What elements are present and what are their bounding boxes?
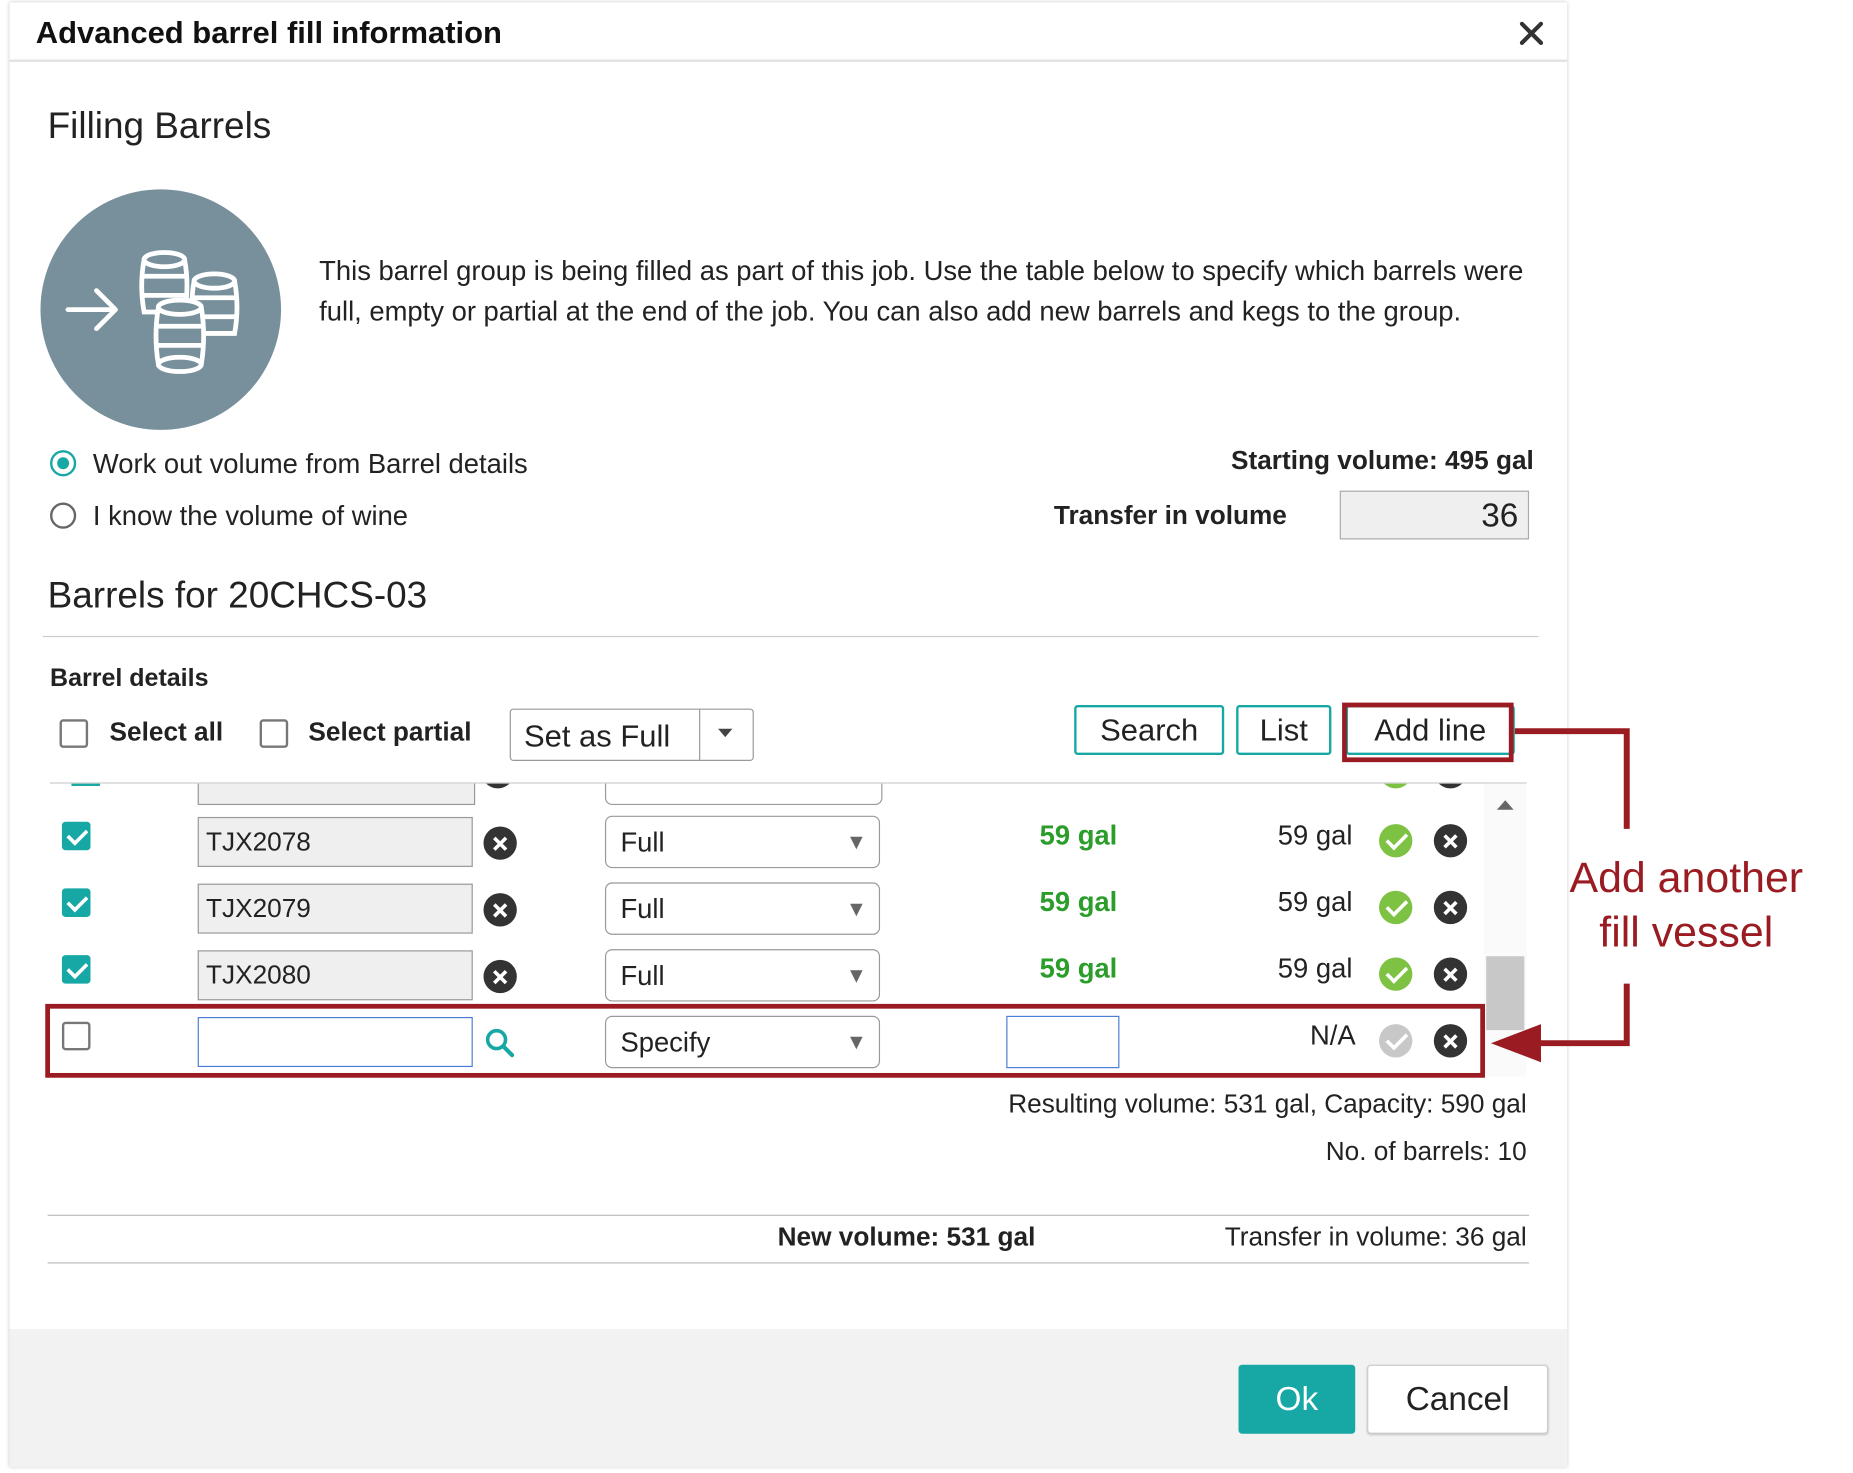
fill-status-value: Full: [620, 959, 665, 991]
description-text: This barrel group is being filled as par…: [319, 254, 1524, 327]
select-all-checkbox[interactable]: [59, 719, 89, 748]
radio-barrel-details[interactable]: [50, 450, 77, 477]
row-checkbox[interactable]: [61, 888, 91, 917]
barrel-id-field[interactable]: TJX2079: [197, 883, 473, 934]
chevron-down-icon[interactable]: [718, 728, 733, 738]
fill-status-value: Full: [620, 825, 665, 857]
partial-row-id: [197, 783, 476, 806]
delete-row-icon[interactable]: [1433, 824, 1468, 858]
transfer-in-summary: Transfer in volume: 36 gal: [1224, 1221, 1527, 1252]
barrel-count: No. of barrels: 10: [1325, 1136, 1527, 1166]
partial-row-ok-icon: [1379, 783, 1413, 789]
fill-status-select[interactable]: Full ▼: [604, 882, 881, 935]
section-title-filling: Filling Barrels: [47, 104, 272, 147]
check-circle-icon: [1379, 957, 1413, 991]
annotation-text: Add another fill vessel: [1543, 850, 1829, 960]
radio-label-know-volume: I know the volume of wine: [92, 500, 409, 532]
barrel-transfer-icon: [40, 189, 282, 430]
dialog-title: Advanced barrel fill information: [35, 14, 502, 51]
bulk-action-select[interactable]: Set as Full: [509, 708, 754, 761]
new-row-highlight: [45, 1003, 1486, 1078]
partial-row-checkbox: [71, 783, 101, 786]
barrel-fill-dialog: Advanced barrel fill information Filling…: [9, 2, 1568, 1468]
new-volume: New volume: 531 gal: [777, 1221, 1036, 1252]
annotation-line-1: Add another: [1569, 852, 1804, 902]
starting-volume: Starting volume: 495 gal: [1231, 445, 1534, 476]
delete-row-icon[interactable]: [1433, 890, 1468, 925]
resulting-volume: Resulting volume: 531 gal, Capacity: 590…: [1008, 1088, 1527, 1119]
transfer-in-input[interactable]: 36: [1339, 490, 1530, 540]
barrel-id-field[interactable]: TJX2080: [197, 950, 473, 1001]
clear-id-icon[interactable]: [483, 959, 517, 994]
barrels-section-title: Barrels for 20CHCS-03: [47, 573, 428, 616]
list-button[interactable]: List: [1236, 704, 1332, 756]
fill-status-select[interactable]: Full ▼: [604, 949, 881, 1002]
transfer-in-label: Transfer in volume: [1053, 500, 1287, 530]
check-circle-icon: [1379, 824, 1413, 858]
delete-row-icon[interactable]: [1433, 957, 1468, 991]
partial-row-select: [604, 783, 883, 806]
search-button[interactable]: Search: [1074, 704, 1225, 756]
barrel-capacity: 59 gal: [1277, 952, 1353, 984]
bulk-action-value: Set as Full: [523, 718, 671, 754]
ok-button[interactable]: Ok: [1238, 1364, 1356, 1434]
row-checkbox[interactable]: [61, 821, 91, 851]
check-circle-icon: [1379, 890, 1413, 925]
barrel-capacity: 59 gal: [1277, 886, 1353, 917]
select-all-label: Select all: [109, 716, 224, 747]
radio-label-barrel-details: Work out volume from Barrel details: [92, 447, 528, 479]
select-partial-label: Select partial: [308, 716, 472, 747]
dialog-titlebar: Advanced barrel fill information: [9, 2, 1568, 62]
select-divider: [699, 709, 701, 760]
cancel-button[interactable]: Cancel: [1367, 1364, 1549, 1434]
barrel-details-label: Barrel details: [50, 664, 209, 692]
fill-volume: 59 gal: [1039, 886, 1118, 917]
partial-row-remove-icon: [481, 783, 515, 789]
fill-status-value: Full: [620, 892, 665, 924]
section-divider: [42, 635, 1539, 638]
fill-status-select[interactable]: Full ▼: [604, 815, 881, 869]
summary-divider-bottom: [47, 1262, 1530, 1264]
partial-row-delete-icon: [1433, 783, 1468, 789]
chevron-down-icon: ▼: [845, 963, 867, 988]
chevron-down-icon: ▼: [845, 830, 867, 854]
summary-divider-top: [47, 1214, 1530, 1216]
radio-know-volume[interactable]: [50, 502, 77, 529]
clear-id-icon[interactable]: [483, 893, 517, 927]
chevron-down-icon: ▼: [845, 896, 867, 921]
annotation-line-2: fill vessel: [1599, 907, 1774, 957]
row-checkbox[interactable]: [61, 955, 91, 984]
fill-volume: 59 gal: [1039, 819, 1118, 851]
select-partial-checkbox[interactable]: [259, 719, 289, 748]
dialog-footer: Ok Cancel: [9, 1329, 1568, 1468]
barrel-capacity: 59 gal: [1277, 819, 1353, 851]
clear-id-icon[interactable]: [483, 826, 517, 860]
close-icon[interactable]: [1517, 19, 1546, 48]
fill-volume: 59 gal: [1039, 952, 1118, 984]
barrel-id-field[interactable]: TJX2078: [197, 816, 473, 867]
